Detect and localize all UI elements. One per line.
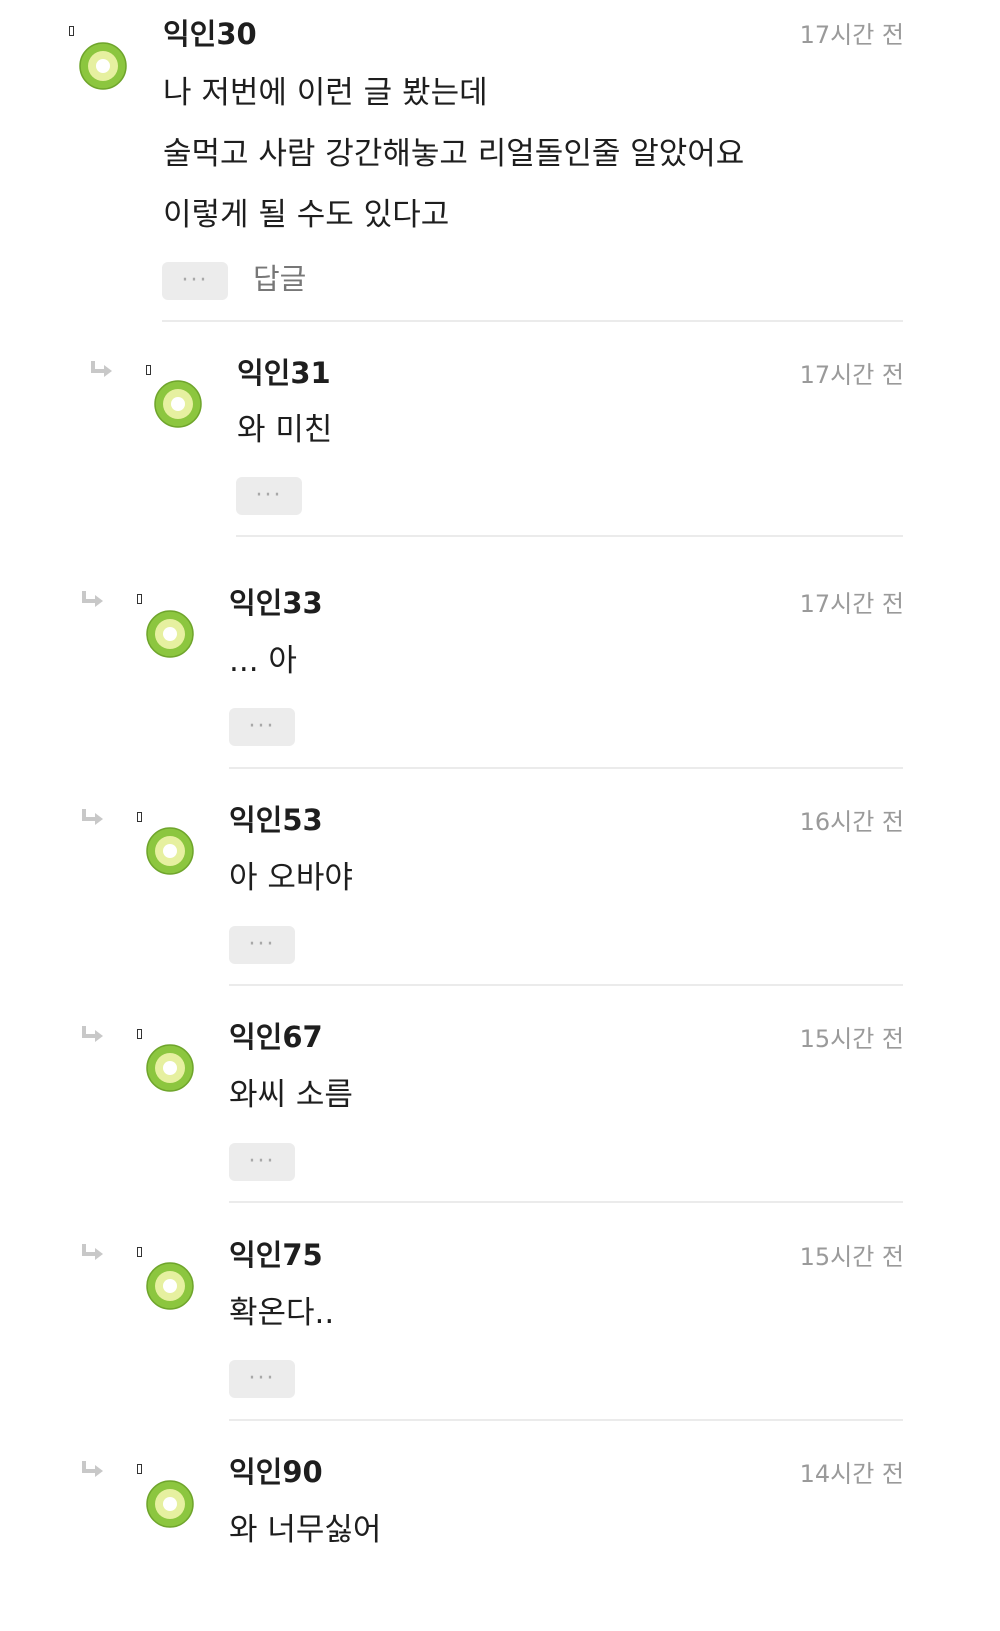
divider bbox=[229, 984, 903, 986]
more-dots-icon: ··· bbox=[255, 483, 283, 508]
more-dots-icon: ··· bbox=[248, 1366, 276, 1391]
kiwi-avatar-icon[interactable] bbox=[145, 1479, 195, 1529]
kiwi-avatar-icon[interactable] bbox=[153, 379, 203, 429]
comment-text-line: 와 미친 bbox=[237, 412, 333, 448]
flag-icon[interactable] bbox=[69, 26, 74, 36]
divider bbox=[229, 1419, 903, 1421]
more-dots-icon: ··· bbox=[248, 714, 276, 739]
reply-arrow-icon bbox=[91, 361, 112, 377]
comment-author: 익인30 bbox=[163, 17, 257, 51]
comment-text-line: 이렇게 될 수도 있다고 bbox=[163, 197, 450, 233]
comment-timestamp: 16시간 전 bbox=[799, 808, 904, 836]
more-options-button[interactable]: ··· bbox=[229, 1360, 295, 1398]
divider bbox=[162, 320, 903, 322]
more-options-button[interactable]: ··· bbox=[236, 477, 302, 515]
kiwi-avatar-icon[interactable] bbox=[145, 609, 195, 659]
reply-arrow-icon bbox=[82, 1461, 103, 1477]
reply-arrow-icon bbox=[82, 809, 103, 825]
comment-author: 익인53 bbox=[229, 803, 323, 837]
more-options-button[interactable]: ··· bbox=[162, 262, 228, 300]
comment-author: 익인75 bbox=[229, 1238, 323, 1272]
comment-timestamp: 15시간 전 bbox=[799, 1025, 904, 1053]
flag-icon[interactable] bbox=[137, 812, 142, 822]
comment-author: 익인31 bbox=[237, 356, 331, 390]
kiwi-avatar-icon[interactable] bbox=[78, 41, 128, 91]
more-options-button[interactable]: ··· bbox=[229, 1143, 295, 1181]
comment-text-line: 술먹고 사람 강간해놓고 리얼돌인줄 알았어요 bbox=[163, 136, 745, 172]
comment-author: 익인67 bbox=[229, 1020, 323, 1054]
more-dots-icon: ··· bbox=[248, 1149, 276, 1174]
reply-arrow-icon bbox=[82, 1244, 103, 1260]
divider bbox=[229, 767, 903, 769]
flag-icon[interactable] bbox=[137, 1029, 142, 1039]
comment-text-line: 와 너무싫어 bbox=[229, 1512, 382, 1548]
comment-author: 익인33 bbox=[229, 586, 323, 620]
comment-text-line: 나 저번에 이런 글 봤는데 bbox=[163, 75, 488, 111]
kiwi-avatar-icon[interactable] bbox=[145, 826, 195, 876]
reply-arrow-icon bbox=[82, 591, 103, 607]
more-dots-icon: ··· bbox=[248, 932, 276, 957]
flag-icon[interactable] bbox=[137, 1247, 142, 1257]
reply-arrow-icon bbox=[82, 1026, 103, 1042]
comment-timestamp: 17시간 전 bbox=[799, 361, 904, 389]
kiwi-avatar-icon[interactable] bbox=[145, 1261, 195, 1311]
flag-icon[interactable] bbox=[146, 365, 151, 375]
flag-icon[interactable] bbox=[137, 594, 142, 604]
more-options-button[interactable]: ··· bbox=[229, 926, 295, 964]
more-options-button[interactable]: ··· bbox=[229, 708, 295, 746]
comment-timestamp: 17시간 전 bbox=[799, 21, 904, 49]
comment-text-line: 와씨 소름 bbox=[229, 1077, 353, 1113]
comment-timestamp: 17시간 전 bbox=[799, 590, 904, 618]
comment-text-line: 아 오바야 bbox=[229, 860, 353, 896]
kiwi-avatar-icon[interactable] bbox=[145, 1043, 195, 1093]
reply-link[interactable]: 답글 bbox=[253, 260, 306, 298]
divider bbox=[236, 535, 903, 537]
more-dots-icon: ··· bbox=[181, 268, 209, 293]
comment-timestamp: 15시간 전 bbox=[799, 1243, 904, 1271]
comment-text-line: 확온다.. bbox=[229, 1295, 335, 1331]
comment-author: 익인90 bbox=[229, 1455, 323, 1489]
comment-text-line: ... 아 bbox=[229, 643, 297, 679]
divider bbox=[229, 1201, 903, 1203]
comment-timestamp: 14시간 전 bbox=[799, 1460, 904, 1488]
flag-icon[interactable] bbox=[137, 1464, 142, 1474]
